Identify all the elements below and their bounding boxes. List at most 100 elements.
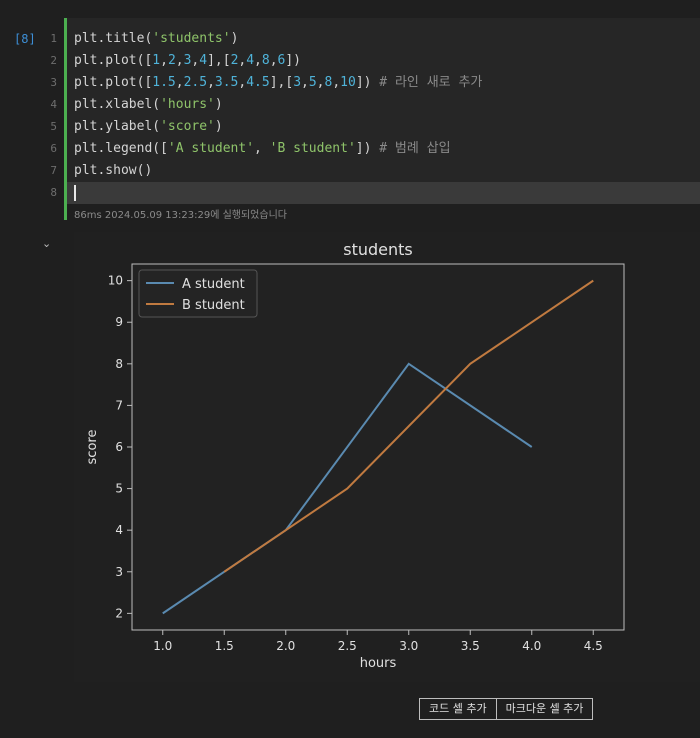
code-token: ) — [230, 31, 239, 46]
line-number: 4 — [50, 98, 57, 111]
code-token: 4 — [246, 53, 255, 68]
y-tick-label: 10 — [108, 274, 123, 288]
code-editor[interactable]: 1 plt.title('students') 2 plt.plot([1,2,3,4… — [50, 18, 700, 204]
code-token: 1 — [152, 53, 161, 68]
x-tick-label: 4.0 — [522, 639, 541, 653]
code-token: ]) — [355, 75, 380, 90]
code-token: 5 — [308, 75, 317, 90]
plot-area — [131, 263, 625, 631]
x-tick-label: 4.5 — [584, 639, 603, 653]
code-token: plt.legend([ — [74, 141, 168, 156]
y-tick-label: 5 — [115, 482, 123, 496]
code-token: 3 — [293, 75, 302, 90]
code-text: plt.xlabel('hours') — [74, 94, 223, 116]
code-line[interactable]: 7 plt.show() — [50, 160, 700, 182]
y-tick-label: 6 — [115, 440, 123, 454]
code-token: , — [316, 75, 325, 90]
code-token: 4.5 — [246, 75, 270, 90]
code-token: plt.title( — [74, 31, 153, 46]
y-tick-label: 4 — [115, 523, 123, 537]
line-number: 8 — [50, 186, 57, 199]
code-text: plt.plot([1,2,3,4],[2,4,8,6]) — [74, 50, 301, 72]
add-cell-bar: 코드 셀 추가 마크다운 셀 추가 — [419, 698, 594, 720]
x-tick-label: 2.5 — [338, 639, 357, 653]
code-token: , — [332, 75, 341, 90]
code-line[interactable]: 6 plt.legend(['A student', 'B student']) … — [50, 138, 700, 160]
execution-count: [8] — [14, 32, 36, 46]
chart-title: students — [343, 240, 413, 259]
code-text: plt.show() — [74, 160, 152, 182]
x-tick-label: 3.5 — [461, 639, 480, 653]
code-line[interactable]: 1 plt.title('students') — [50, 28, 700, 50]
chevron-down-icon[interactable]: ⌄ — [42, 237, 51, 250]
x-tick-label: 3.0 — [399, 639, 418, 653]
code-token: 8 — [261, 53, 270, 68]
y-tick-label: 7 — [115, 398, 123, 412]
line-number: 3 — [50, 76, 57, 89]
code-token: # 라인 새로 추가 — [379, 75, 483, 90]
code-token: plt.xlabel( — [74, 97, 161, 112]
code-text: plt.legend(['A student', 'B student']) #… — [74, 138, 451, 160]
code-token: ) — [214, 97, 223, 112]
x-axis-label: hours — [360, 656, 397, 671]
x-tick-label: 2.0 — [276, 639, 295, 653]
code-token: 'A student' — [167, 141, 255, 156]
y-axis-label: score — [85, 430, 100, 465]
line-number: 7 — [50, 164, 57, 177]
line-number: 1 — [50, 32, 57, 45]
code-token: 1.5 — [152, 75, 176, 90]
code-token: , — [160, 53, 168, 68]
code-token: ],[ — [269, 75, 294, 90]
code-token: plt.plot([ — [74, 53, 153, 68]
x-tick-label: 1.5 — [215, 639, 234, 653]
line-number: 2 — [50, 54, 57, 67]
code-token: 'hours' — [160, 97, 215, 112]
code-token: 'B student' — [269, 141, 356, 156]
code-token: , — [254, 53, 262, 68]
code-token: ]) — [355, 141, 380, 156]
code-token: plt.show() — [74, 163, 153, 178]
add-code-cell-button[interactable]: 코드 셀 추가 — [420, 699, 496, 719]
y-tick-label: 8 — [115, 357, 123, 371]
x-tick-label: 1.0 — [153, 639, 172, 653]
code-token: , — [207, 75, 215, 90]
code-text: plt.title('students') — [74, 28, 238, 50]
add-markdown-cell-button[interactable]: 마크다운 셀 추가 — [495, 699, 593, 719]
code-token: ],[ — [207, 53, 231, 68]
line-number: 6 — [50, 142, 57, 155]
y-tick-label: 2 — [115, 606, 123, 620]
code-token: 3.5 — [214, 75, 239, 90]
code-text: plt.plot([1.5,2.5,3.5,4.5],[3,5,8,10]) #… — [74, 72, 482, 94]
code-cell[interactable]: [8] 1 plt.title('students') 2 plt.plot([1,2… — [0, 18, 700, 221]
code-token: , — [301, 75, 309, 90]
code-token: ]) — [285, 53, 302, 68]
code-line[interactable]: 4 plt.xlabel('hours') — [50, 94, 700, 116]
code-token: 2 — [167, 53, 176, 68]
legend-label: B student — [182, 298, 245, 313]
line-chart: students 1.0 1.5 2.0 2.5 3.0 3.5 4.0 4.5 2 3 4 5 6 7 8 9… — [85, 240, 625, 671]
code-token: , — [269, 53, 278, 68]
legend-label: A student — [182, 277, 245, 292]
code-token: 'students' — [152, 31, 231, 46]
code-token: plt.plot([ — [74, 75, 153, 90]
code-line[interactable]: 8 — [50, 182, 700, 204]
code-token: 4 — [199, 53, 208, 68]
code-token: , — [175, 53, 184, 68]
code-token: ) — [214, 119, 223, 134]
code-token: 'score' — [160, 119, 215, 134]
code-token: plt.ylabel( — [74, 119, 161, 134]
code-line[interactable]: 3 plt.plot([1.5,2.5,3.5,4.5],[3,5,8,10]) … — [50, 72, 700, 94]
execution-status: 86ms 2024.05.09 13:23:29에 실행되었습니다 — [74, 210, 287, 221]
code-line[interactable]: 5 plt.ylabel('score') — [50, 116, 700, 138]
y-tick-label: 9 — [115, 315, 123, 329]
code-line[interactable]: 2 plt.plot([1,2,3,4],[2,4,8,6]) — [50, 50, 700, 72]
code-token: 2.5 — [183, 75, 208, 90]
text-cursor — [74, 185, 76, 201]
code-token: , — [254, 141, 270, 156]
code-text: plt.ylabel('score') — [74, 116, 223, 138]
code-token: , — [175, 75, 184, 90]
code-token: # 범례 삽입 — [379, 141, 451, 156]
line-number: 5 — [50, 120, 57, 133]
y-tick-label: 3 — [115, 565, 123, 579]
code-token: 10 — [340, 75, 356, 90]
